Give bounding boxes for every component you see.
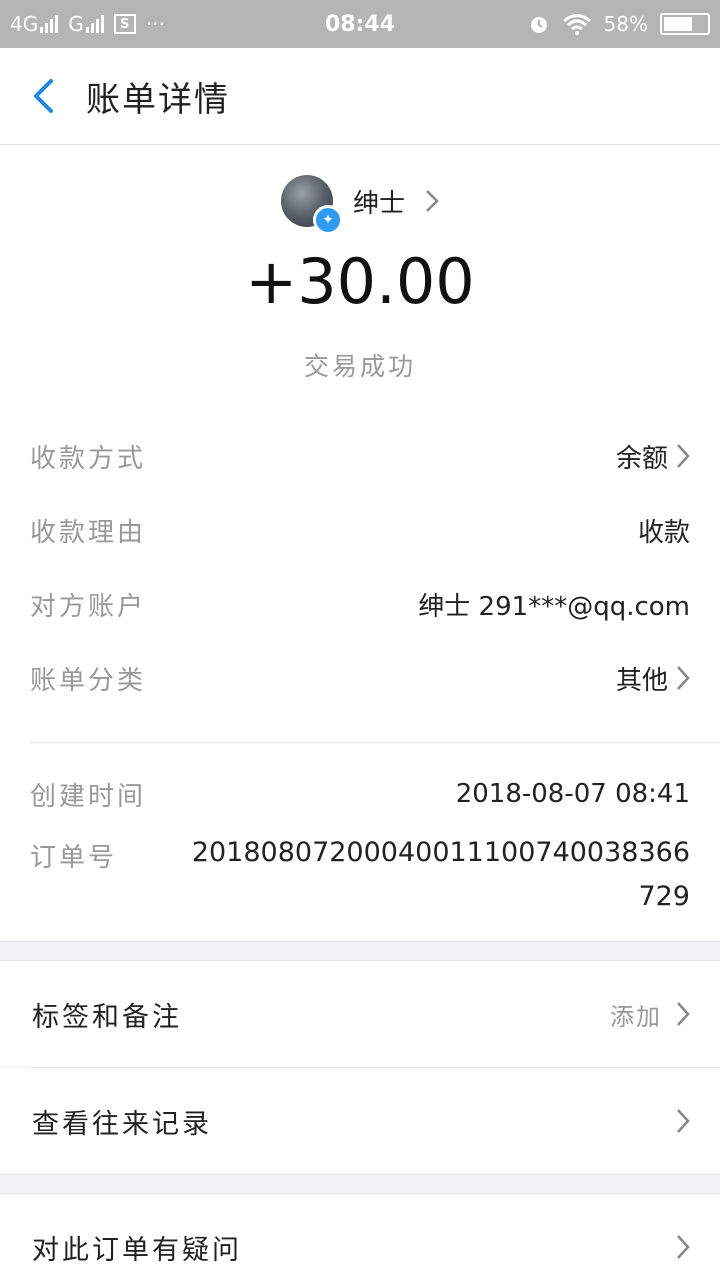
wifi-icon xyxy=(562,14,591,35)
transaction-status: 交易成功 xyxy=(303,352,416,381)
detail-value-wrap: 余额 xyxy=(616,438,690,475)
order-question-row[interactable]: 对此订单有疑问 xyxy=(0,1194,720,1280)
chevron-right-icon xyxy=(677,1002,690,1026)
chevron-right-icon xyxy=(426,190,439,212)
detail-label: 订单号 xyxy=(30,843,118,873)
section-gap xyxy=(0,941,720,961)
detail-label: 对方账户 xyxy=(30,591,147,622)
chevron-right-icon xyxy=(677,1109,690,1133)
detail-row-account: 对方账户 绅士 291***@qq.com xyxy=(30,567,690,641)
back-button[interactable] xyxy=(0,48,86,145)
detail-label: 收款方式 xyxy=(30,443,147,474)
detail-row-payment-method[interactable]: 收款方式 余额 xyxy=(30,419,690,493)
detail-value: 余额 xyxy=(615,443,668,474)
payer-name: 绅士 xyxy=(352,188,405,219)
status-bar: 4G G S ··· 08:44 58% xyxy=(0,0,720,48)
bill-summary: ✦ 绅士 +30.00 交易成功 xyxy=(0,145,720,419)
section-gap xyxy=(0,1174,720,1194)
signal-g: G xyxy=(68,12,104,36)
tags-notes-row[interactable]: 标签和备注 添加 xyxy=(0,961,720,1067)
detail-value: 绅士 291***@qq.com xyxy=(418,591,690,622)
history-row[interactable]: 查看往来记录 xyxy=(0,1068,720,1174)
detail-value: 2018-08-07 08:41 xyxy=(455,779,690,809)
tags-notes-value-wrap: 添加 xyxy=(610,997,690,1032)
battery-icon xyxy=(660,13,710,35)
more-notifications-icon: ··· xyxy=(145,12,165,36)
order-number-line1: 201808072000400111007400383​66 xyxy=(191,837,690,868)
sim-notification-icon: S xyxy=(113,14,136,34)
detail-row-reason: 收款理由 收款 xyxy=(30,493,690,567)
detail-value: 其他 xyxy=(615,665,668,696)
alarm-icon xyxy=(530,17,547,33)
bill-card: ✦ 绅士 +30.00 交易成功 收款方式 余额 收款理由 收款 对方账户 绅士… xyxy=(0,145,720,941)
detail-label: 账单分类 xyxy=(30,665,147,696)
add-label: 添加 xyxy=(610,1002,662,1031)
detail-list: 收款方式 余额 收款理由 收款 对方账户 绅士 291***@qq.com 账单… xyxy=(0,419,720,715)
order-number: 201808072000400111007400383​66 729 xyxy=(192,831,690,919)
chevron-left-icon xyxy=(34,79,53,113)
signal-4g: 4G xyxy=(10,12,59,36)
app-header: 账单详情 xyxy=(0,48,720,145)
history-label: 查看往来记录 xyxy=(32,1108,212,1140)
signal-bars-icon xyxy=(85,15,104,33)
chevron-right-icon xyxy=(677,666,690,690)
verified-badge-icon: ✦ xyxy=(312,205,343,235)
detail-label: 收款理由 xyxy=(30,517,147,548)
chevron-right-icon xyxy=(677,444,690,468)
detail-value-wrap: 其他 xyxy=(616,660,690,697)
tags-notes-label: 标签和备注 xyxy=(32,1001,182,1033)
detail-row-order-number: 订单号 201808072000400111007400383​66 729 xyxy=(30,831,690,923)
order-number-line2: 729 xyxy=(638,881,690,912)
battery-percent: 58% xyxy=(603,12,648,36)
network-label-4g: 4G xyxy=(10,12,39,36)
detail-label: 创建时间 xyxy=(30,781,147,812)
avatar: ✦ xyxy=(280,175,343,235)
chevron-right-icon xyxy=(677,1235,690,1259)
time-info: 创建时间 2018-08-07 08:41 订单号 20180807200040… xyxy=(0,743,720,941)
page-title: 账单详情 xyxy=(86,79,230,120)
network-label-g: G xyxy=(68,12,84,36)
detail-value: 收款 xyxy=(637,517,690,548)
signal-bars-icon xyxy=(40,15,59,33)
order-question-label: 对此订单有疑问 xyxy=(32,1234,242,1266)
amount: +30.00 xyxy=(245,245,475,318)
payer-link[interactable]: ✦ 绅士 xyxy=(0,175,720,235)
detail-row-category[interactable]: 账单分类 其他 xyxy=(30,641,690,715)
detail-row-created-time: 创建时间 2018-08-07 08:41 xyxy=(30,757,690,831)
